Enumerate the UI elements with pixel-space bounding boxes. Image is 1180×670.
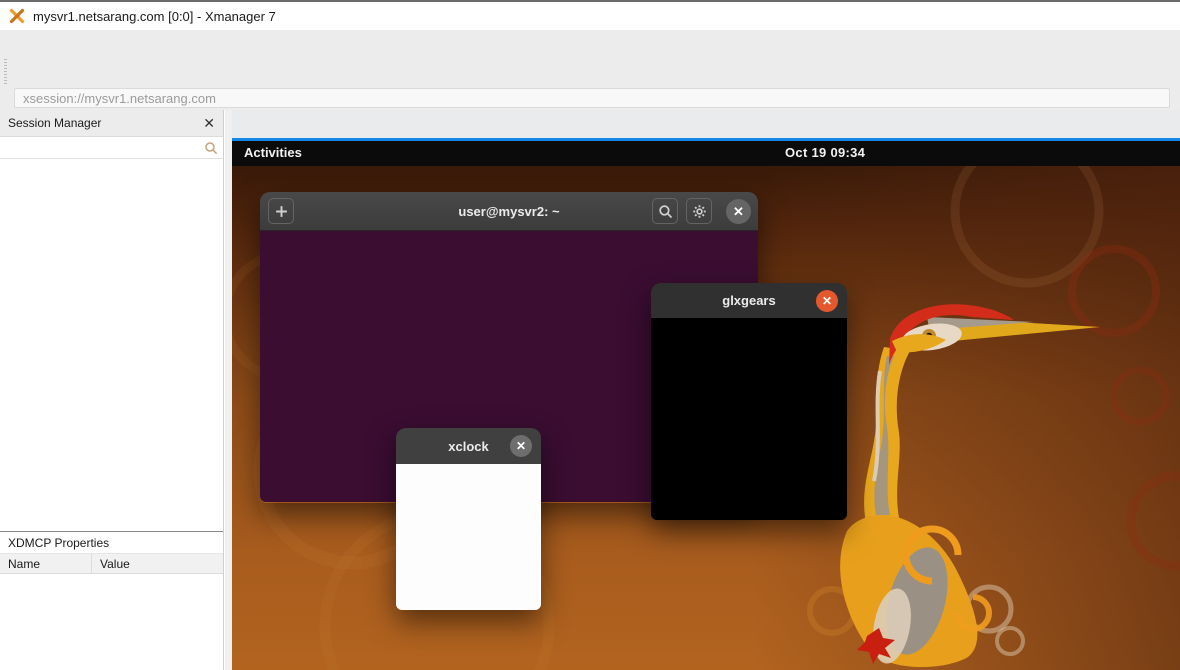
toolbar [0,57,1180,86]
terminal-close-icon[interactable]: ✕ [726,199,751,224]
session-manager-panel: Session Manager ✕ XDMCP Properties Name … [0,110,224,670]
column-header-value: Value [92,557,130,571]
properties-title: XDMCP Properties [0,532,223,554]
xclock-window[interactable]: xclock ✕ [396,428,541,610]
xclock-titlebar[interactable]: xclock ✕ [396,428,541,464]
properties-rows [0,574,223,670]
terminal-search-icon[interactable] [652,198,678,224]
column-header-name: Name [0,554,92,573]
properties-column-headers: Name Value [0,554,223,574]
panel-close-icon[interactable]: ✕ [203,116,215,130]
tab-bar [232,110,1180,138]
terminal-new-tab-button[interactable] [268,198,294,224]
remote-desktop[interactable]: Activities Oct 19 09:34 user@mysvr2: ~ ✕ [232,141,1180,670]
terminal-titlebar[interactable]: user@mysvr2: ~ ✕ [260,192,758,231]
terminal-menu-gear-icon[interactable] [686,198,712,224]
search-icon [204,141,218,155]
xmanager-window: mysvr1.netsarang.com [0:0] - Xmanager 7 … [0,0,1180,670]
glxgears-titlebar[interactable]: glxgears ✕ [651,283,847,318]
session-manager-title: Session Manager [8,116,101,130]
glxgears-title: glxgears [722,293,775,308]
gnome-top-bar: Activities Oct 19 09:34 [232,141,1180,166]
glxgears-close-icon[interactable]: ✕ [816,290,838,312]
xclock-title: xclock [448,439,488,454]
glxgears-window[interactable]: glxgears ✕ [651,283,847,520]
session-tree [0,159,223,531]
xmanager-logo-icon [9,8,25,24]
glxgears-canvas [651,318,847,520]
xclock-close-icon[interactable]: ✕ [510,435,532,457]
menubar [0,30,1180,57]
properties-panel: XDMCP Properties Name Value [0,531,223,670]
session-search-input[interactable] [0,137,223,158]
panel-splitter[interactable] [225,110,232,670]
terminal-title: user@mysvr2: ~ [458,204,559,219]
session-content-area: Activities Oct 19 09:34 user@mysvr2: ~ ✕ [232,110,1180,670]
window-titlebar: mysvr1.netsarang.com [0:0] - Xmanager 7 [0,2,1180,30]
address-row [0,86,1180,110]
address-input[interactable] [14,88,1170,108]
xclock-face [396,464,541,610]
top-bar-clock[interactable]: Oct 19 09:34 [785,145,865,160]
session-manager-header: Session Manager ✕ [0,110,223,137]
window-title: mysvr1.netsarang.com [0:0] - Xmanager 7 [33,9,276,24]
activities-button[interactable]: Activities [244,145,302,160]
session-search [0,137,223,159]
